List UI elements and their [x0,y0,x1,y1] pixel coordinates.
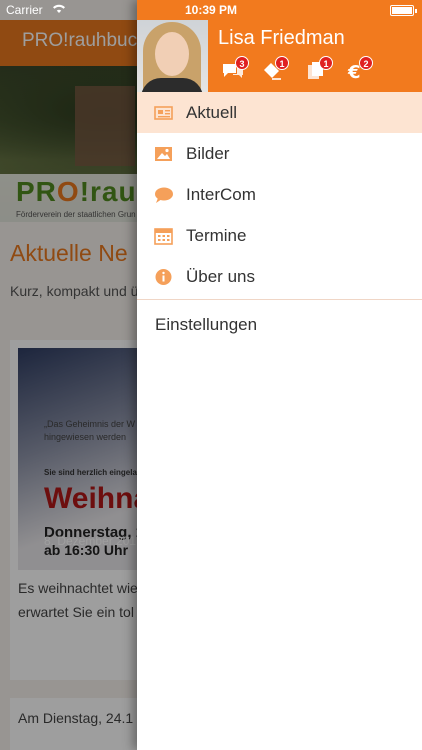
chat-badge: 3 [235,56,249,70]
drawer-menu: Aktuell Bilder InterCom Termine Über uns [137,92,422,346]
menu-item-einstellungen[interactable]: Einstellungen [137,300,422,346]
vote-badge: 1 [275,56,289,70]
navigation-drawer: Lisa Friedman 3 1 1 € 2 Aktuell Bilder I… [137,0,422,750]
chat-icon[interactable]: 3 [221,56,249,84]
user-name[interactable]: Lisa Friedman [218,27,345,50]
documents-badge: 1 [319,56,333,70]
hand-vote-icon[interactable]: 1 [261,56,289,84]
settings-label: Einstellungen [155,315,258,334]
documents-icon[interactable]: 1 [305,56,333,84]
menu-item-label: Termine [186,226,247,245]
menu-item-intercom[interactable]: InterCom [137,174,422,215]
menu-item-label: Bilder [186,144,230,163]
euro-badge: 2 [359,56,373,70]
status-time: 10:39 PM [184,3,238,17]
newspaper-icon [154,104,174,122]
menu-item-ueber-uns[interactable]: Über uns [137,256,422,297]
menu-item-label: Aktuell [186,103,238,122]
menu-item-bilder[interactable]: Bilder [137,133,422,174]
menu-item-label: Über uns [186,267,255,286]
calendar-icon [154,227,174,245]
image-icon [154,145,174,163]
status-bar: Carrier 10:39 PM [0,0,422,20]
battery-icon [390,5,417,16]
chat-bubble-icon [154,186,174,204]
euro-icon[interactable]: € 2 [345,56,373,84]
avatar[interactable] [137,20,208,92]
info-icon [154,268,174,286]
menu-item-aktuell[interactable]: Aktuell [137,92,422,133]
menu-item-termine[interactable]: Termine [137,215,422,256]
menu-item-label: InterCom [186,185,256,204]
